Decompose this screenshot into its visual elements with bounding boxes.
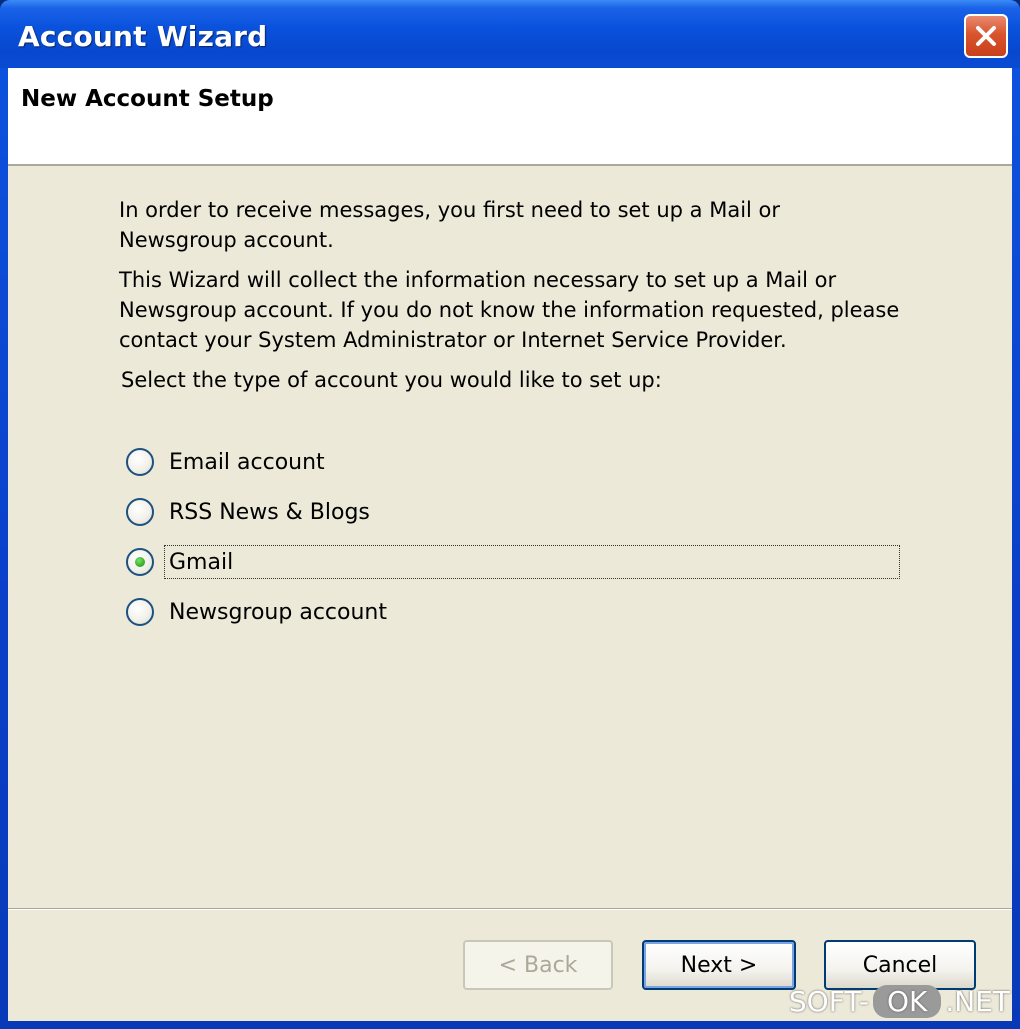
watermark-right: .NET: [945, 985, 1010, 1018]
option-email-account[interactable]: Email account: [126, 445, 325, 479]
email-account-radio[interactable]: [126, 448, 154, 476]
account-wizard-window: Account Wizard New Account Setup In orde…: [0, 0, 1020, 1029]
option-label: Gmail: [169, 549, 234, 575]
watermark: SOFT- OK .NET: [789, 985, 1010, 1018]
focus-rectangle: [164, 545, 900, 579]
page-title: New Account Setup: [21, 86, 274, 112]
newsgroup-account-radio[interactable]: [126, 598, 154, 626]
button-separator: [8, 908, 1012, 910]
watermark-pill: OK: [872, 985, 942, 1018]
option-newsgroup-account[interactable]: Newsgroup account: [126, 595, 387, 629]
gmail-radio[interactable]: [126, 548, 154, 576]
option-label: RSS News & Blogs: [169, 499, 370, 525]
next-button[interactable]: Next >: [642, 940, 796, 990]
cancel-button[interactable]: Cancel: [824, 940, 976, 990]
watermark-left: SOFT-: [788, 985, 869, 1018]
page-header: New Account Setup: [8, 68, 1012, 166]
option-gmail[interactable]: Gmail: [126, 545, 233, 579]
close-button[interactable]: [964, 14, 1008, 58]
back-button[interactable]: < Back: [463, 940, 613, 990]
rss-news-blogs-radio[interactable]: [126, 498, 154, 526]
info-text: This Wizard will collect the information…: [119, 268, 900, 352]
select-prompt: Select the type of account you would lik…: [121, 368, 662, 392]
window-title: Account Wizard: [18, 20, 268, 53]
option-label: Newsgroup account: [169, 599, 387, 625]
intro-text: In order to receive messages, you first …: [119, 198, 781, 252]
option-label: Email account: [169, 449, 325, 475]
close-x-icon: [976, 26, 996, 46]
option-rss-news-blogs[interactable]: RSS News & Blogs: [126, 495, 370, 529]
title-bar[interactable]: Account Wizard: [0, 0, 1020, 68]
dialog-client-area: New Account Setup In order to receive me…: [8, 68, 1012, 1021]
